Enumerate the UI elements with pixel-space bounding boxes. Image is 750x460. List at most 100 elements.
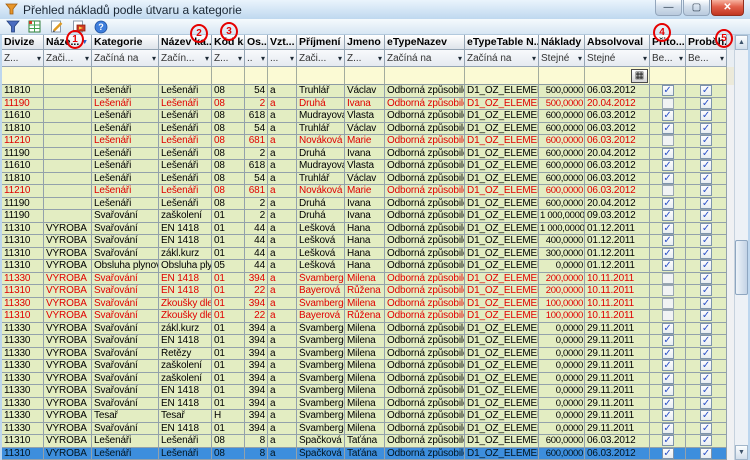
table-row[interactable]: 11330VÝROBASvařováníEN 141801394aŠvamber… [2, 398, 734, 411]
scroll-up-button[interactable]: ▲ [735, 35, 748, 50]
checked-checkbox[interactable]: ✓ [700, 360, 712, 371]
checked-checkbox[interactable]: ✓ [700, 98, 712, 109]
checked-checkbox[interactable]: ✓ [700, 410, 712, 421]
table-row[interactable]: 11330VÝROBASvařováníZkoušky dle EN01394a… [2, 298, 734, 311]
column-header-jmeno[interactable]: Jmeno [345, 35, 385, 50]
table-row[interactable]: 11310VÝROBASvařováníEN 14180122aBayerová… [2, 285, 734, 298]
filter-input-divize[interactable] [2, 67, 44, 85]
edit-button[interactable] [47, 19, 66, 34]
checked-checkbox[interactable]: ✓ [700, 110, 712, 121]
dropdown-arrow-icon[interactable]: ▾ [261, 54, 265, 63]
table-row[interactable]: 11810LešenářiLešenáři0854aTruhlářVáclavO… [2, 85, 734, 98]
table-row[interactable]: 11310VÝROBALešenářiLešenáři088aŠpačkováT… [2, 435, 734, 448]
dropdown-arrow-icon[interactable]: ▾ [679, 54, 683, 63]
checked-checkbox[interactable]: ✓ [662, 148, 674, 159]
table-row[interactable]: 11190LešenářiLešenáři082aDruháIvanaOdbor… [2, 198, 734, 211]
checked-checkbox[interactable]: ✓ [662, 373, 674, 384]
table-row[interactable]: 11330VÝROBASvařovánízaškolení01394aŠvamb… [2, 373, 734, 386]
checked-checkbox[interactable]: ✓ [700, 85, 712, 96]
checked-checkbox[interactable]: ✓ [700, 448, 712, 459]
checked-checkbox[interactable]: ✓ [700, 148, 712, 159]
filter-operator-pritomen[interactable]: Be...▾ [650, 50, 686, 67]
filter-operator-osobni-cislo[interactable]: ..▾ [245, 50, 268, 67]
filter-input-probehlo[interactable] [686, 67, 727, 85]
checked-checkbox[interactable]: ✓ [662, 448, 674, 459]
checked-checkbox[interactable]: ✓ [662, 235, 674, 246]
checked-checkbox[interactable]: ✓ [700, 285, 712, 296]
unchecked-checkbox[interactable] [662, 310, 674, 321]
checked-checkbox[interactable]: ✓ [700, 398, 712, 409]
table-row[interactable]: 11330VÝROBASvařováníEN 141801394aŠvamber… [2, 335, 734, 348]
table-row[interactable]: 11330VÝROBASvařovánízákl.kurz01394aŠvamb… [2, 323, 734, 336]
table-row[interactable]: 11810LešenářiLešenáři0854aTruhlářVáclavO… [2, 173, 734, 186]
checked-checkbox[interactable]: ✓ [662, 385, 674, 396]
vertical-scrollbar[interactable]: ▲ ▼ [734, 35, 748, 460]
table-row[interactable]: 11190Svařovánízaškolení012aDruháIvanaOdb… [2, 210, 734, 223]
filter-input-absolvoval[interactable]: ▦ [585, 67, 650, 85]
filter-input-jmeno[interactable] [345, 67, 385, 85]
table-row[interactable]: 11330VÝROBASvařováníEN 141801394aŠvamber… [2, 385, 734, 398]
filter-operator-prijmeni[interactable]: Zači...▾ [297, 50, 345, 67]
close-button[interactable]: ✕ [711, 0, 744, 16]
calculator-button[interactable]: ▦ [631, 69, 648, 83]
filter-input-kod-kategorie[interactable] [212, 67, 245, 85]
filter-input-vztah[interactable] [268, 67, 297, 85]
table-row[interactable]: 11310VÝROBASvařováníEN 14180144aLeškováH… [2, 223, 734, 236]
checked-checkbox[interactable]: ✓ [700, 373, 712, 384]
table-row[interactable]: 11330VÝROBASvařováníEN 141801394aŠvamber… [2, 273, 734, 286]
column-header-kategorie[interactable]: Kategorie [92, 35, 159, 50]
checked-checkbox[interactable]: ✓ [700, 248, 712, 259]
filter-operator-kategorie[interactable]: Začíná na▾ [92, 50, 159, 67]
filter-operator-naklady[interactable]: Stejné▾ [539, 50, 585, 67]
checked-checkbox[interactable]: ✓ [700, 260, 712, 271]
filter-operator-divize[interactable]: Z...▾ [2, 50, 44, 67]
dropdown-arrow-icon[interactable]: ▾ [532, 54, 536, 63]
unchecked-checkbox[interactable] [662, 273, 674, 284]
checked-checkbox[interactable]: ✓ [700, 173, 712, 184]
table-row[interactable]: 11330VÝROBATesařTesařH394aŠvambergováMil… [2, 410, 734, 423]
checked-checkbox[interactable]: ✓ [700, 223, 712, 234]
table-row[interactable]: 11310VÝROBASvařováníZkoušky dle EN0122aB… [2, 310, 734, 323]
checked-checkbox[interactable]: ✓ [662, 348, 674, 359]
table-row[interactable]: 11330VÝROBASvařovánízaškolení01394aŠvamb… [2, 360, 734, 373]
checked-checkbox[interactable]: ✓ [700, 198, 712, 209]
checked-checkbox[interactable]: ✓ [700, 273, 712, 284]
checked-checkbox[interactable]: ✓ [700, 210, 712, 221]
table-row[interactable]: 11210LešenářiLešenáři08681aNovákováMarie… [2, 135, 734, 148]
checked-checkbox[interactable]: ✓ [700, 185, 712, 196]
filter-input-prijmeni[interactable] [297, 67, 345, 85]
checked-checkbox[interactable]: ✓ [662, 173, 674, 184]
filter-input-pritomen[interactable] [650, 67, 686, 85]
column-header-naklady[interactable]: Náklady [539, 35, 585, 50]
table-row[interactable]: 11610LešenářiLešenáři08618aMudrayováVlas… [2, 160, 734, 173]
filter-operator-kod-kategorie[interactable]: Z...▾ [212, 50, 245, 67]
unchecked-checkbox[interactable] [662, 135, 674, 146]
scroll-down-button[interactable]: ▼ [735, 445, 748, 460]
dropdown-arrow-icon[interactable]: ▾ [238, 54, 242, 63]
column-header-osobni-cislo[interactable]: Os... [245, 35, 268, 50]
dropdown-arrow-icon[interactable]: ▾ [290, 54, 294, 63]
filter-input-etypetable[interactable] [465, 67, 539, 85]
checked-checkbox[interactable]: ✓ [662, 260, 674, 271]
checked-checkbox[interactable]: ✓ [700, 160, 712, 171]
table-row[interactable]: 11210LešenářiLešenáři08681aNovákováMarie… [2, 185, 734, 198]
unchecked-checkbox[interactable] [662, 185, 674, 196]
checked-checkbox[interactable]: ✓ [700, 235, 712, 246]
dropdown-arrow-icon[interactable]: ▾ [85, 54, 89, 63]
table-row[interactable]: 11190LešenářiLešenáři082aDruháIvanaOdbor… [2, 148, 734, 161]
table-row[interactable]: 11310VÝROBALešenářiLešenáři088aŠpačkováT… [2, 448, 734, 460]
dropdown-arrow-icon[interactable]: ▾ [338, 54, 342, 63]
dropdown-arrow-icon[interactable]: ▾ [643, 54, 647, 63]
unchecked-checkbox[interactable] [662, 285, 674, 296]
checked-checkbox[interactable]: ✓ [700, 323, 712, 334]
filter-input-nazev-kategorie[interactable] [159, 67, 212, 85]
column-header-divize[interactable]: Divize [2, 35, 44, 50]
table-row[interactable]: 11310VÝROBASvařovánízákl.kurz0144aLeškov… [2, 248, 734, 261]
checked-checkbox[interactable]: ✓ [700, 298, 712, 309]
dropdown-arrow-icon[interactable]: ▾ [378, 54, 382, 63]
filter-operator-probehlo[interactable]: Be...▾ [686, 50, 727, 67]
dropdown-arrow-icon[interactable]: ▾ [720, 54, 724, 63]
filter-input-etypenazev[interactable] [385, 67, 465, 85]
help-button[interactable]: ? [91, 19, 110, 34]
checked-checkbox[interactable]: ✓ [700, 335, 712, 346]
